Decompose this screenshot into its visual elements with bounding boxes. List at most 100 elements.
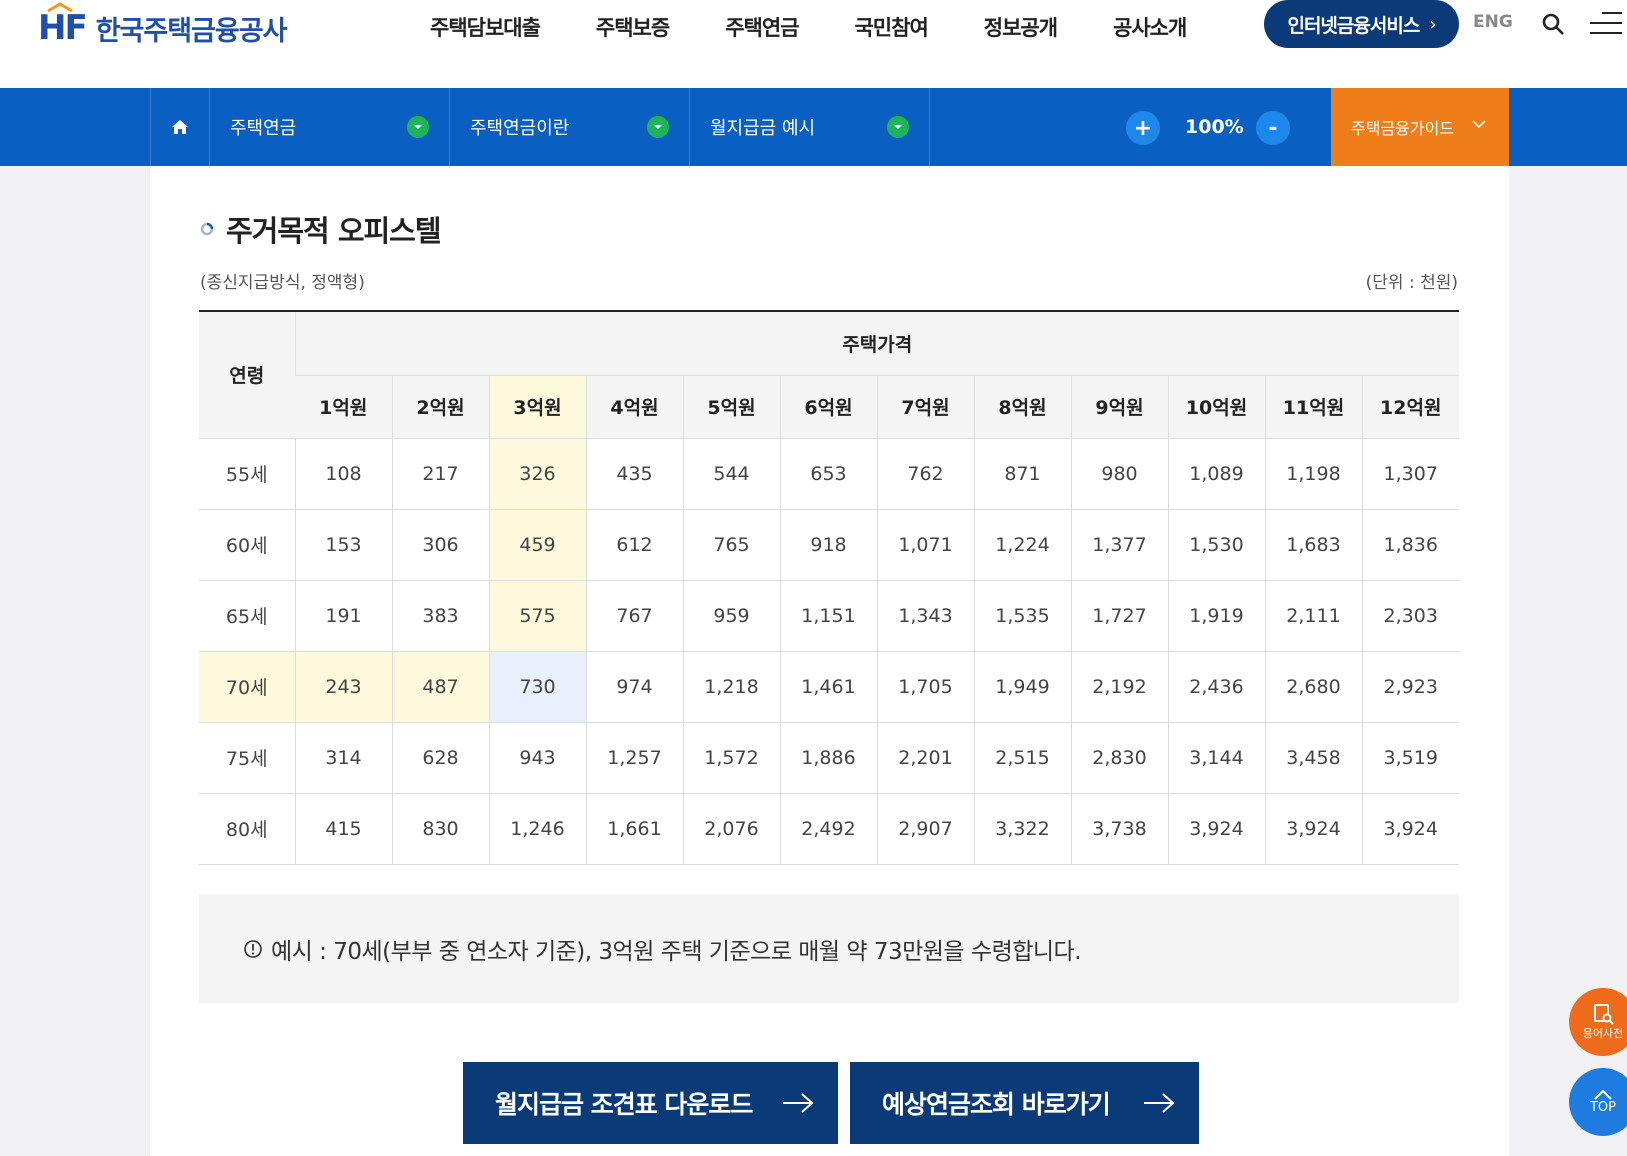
payment-cell: 1,661 [585, 793, 683, 865]
payment-cell: 2,680 [1264, 651, 1362, 723]
payment-cell: 314 [294, 722, 392, 794]
nav-item-participation[interactable]: 국민참여 [854, 12, 928, 44]
price-column-header: 1억원 [295, 375, 392, 439]
payment-cell: 3,924 [1361, 793, 1459, 865]
housing-finance-guide-button[interactable]: 주택금융가이드 [1331, 88, 1509, 166]
main-nav: 주택담보대출 주택보증 주택연금 국민참여 정보공개 공사소개 [430, 12, 1242, 44]
payment-cell: 1,572 [682, 722, 780, 794]
site-header: HF 한국주택금융공사 주택담보대출 주택보증 주택연금 국민참여 정보공개 공… [0, 0, 1627, 88]
payment-cell: 3,738 [1070, 793, 1168, 865]
price-column-header: 11억원 [1264, 375, 1362, 439]
payment-cell: 918 [779, 509, 877, 581]
zoom-in-button[interactable]: + [1126, 111, 1160, 145]
payment-cell: 1,377 [1070, 509, 1168, 581]
table-row: 75세 314 628 943 1,257 1,572 1,886 2,201 2,515 2,8… [199, 722, 1459, 794]
payment-cell: 974 [585, 651, 683, 723]
payment-cell: 980 [1070, 438, 1168, 510]
age-cell: 70세 [199, 651, 295, 723]
price-column-header: 7억원 [876, 375, 974, 439]
age-cell: 75세 [199, 722, 295, 794]
site-logo[interactable]: HF 한국주택금융공사 [38, 2, 287, 48]
payment-cell: 762 [876, 438, 974, 510]
payment-cell: 1,530 [1167, 509, 1265, 581]
payment-cell: 612 [585, 509, 683, 581]
breadcrumb-item-pension-intro[interactable]: 주택연금이란 [450, 88, 690, 166]
lang-eng-link[interactable]: ENG [1473, 12, 1513, 32]
payment-cell: 2,436 [1167, 651, 1265, 723]
age-header: 연령 [199, 311, 295, 439]
hamburger-menu-icon[interactable] [1590, 12, 1622, 36]
payment-cell: 628 [391, 722, 489, 794]
payment-cell: 326 [488, 438, 586, 510]
zoom-out-button[interactable]: - [1256, 111, 1290, 145]
payment-cell: 1,683 [1264, 509, 1362, 581]
dropdown-icon [887, 116, 909, 138]
payment-cell: 487 [391, 651, 489, 723]
payment-cell: 3,144 [1167, 722, 1265, 794]
logo-roof-icon [47, 2, 73, 12]
chevron-down-icon [1472, 120, 1486, 129]
payment-cell: 1,949 [973, 651, 1071, 723]
payment-cell: 1,257 [585, 722, 683, 794]
search-icon[interactable] [1541, 12, 1565, 36]
table-row: 70세 243 487 730 974 1,218 1,461 1,705 1,949 2,192… [199, 651, 1459, 723]
zoom-level: 100% [1185, 116, 1244, 138]
info-icon [244, 939, 262, 958]
dropdown-icon [647, 116, 669, 138]
nav-item-disclosure[interactable]: 정보공개 [984, 12, 1058, 44]
payment-cell: 306 [391, 509, 489, 581]
house-price-header: 주택가격 [294, 311, 1459, 376]
internet-service-button[interactable]: 인터넷금융서비스 › [1264, 0, 1459, 48]
payment-cell: 1,461 [779, 651, 877, 723]
payment-cell: 2,076 [682, 793, 780, 865]
price-column-header: 6억원 [779, 375, 877, 439]
breadcrumb-item-pension[interactable]: 주택연금 [210, 88, 450, 166]
payment-cell: 544 [682, 438, 780, 510]
download-table-button[interactable]: 월지급금 조견표 다운로드 [463, 1062, 838, 1144]
payment-cell: 1,886 [779, 722, 877, 794]
payment-cell: 959 [682, 580, 780, 652]
payment-cell: 2,192 [1070, 651, 1168, 723]
payment-cell: 435 [585, 438, 683, 510]
age-cell: 60세 [199, 509, 295, 581]
payment-cell: 459 [488, 509, 586, 581]
payment-cell: 1,089 [1167, 438, 1265, 510]
payment-cell: 767 [585, 580, 683, 652]
payment-cell: 830 [391, 793, 489, 865]
payment-cell: 3,924 [1167, 793, 1265, 865]
arrow-right-icon [1144, 1093, 1175, 1113]
monthly-payment-table: 연령 주택가격 1억원 2억원 3억원 4억원 5억원 6억원 7억원 8억원 9억원 10억원 1… [199, 310, 1459, 865]
nav-item-mortgage[interactable]: 주택담보대출 [430, 12, 541, 44]
home-button[interactable] [150, 88, 210, 166]
payment-cell: 943 [488, 722, 586, 794]
payment-cell: 1,224 [973, 509, 1071, 581]
payment-cell: 1,535 [973, 580, 1071, 652]
payment-cell: 1,343 [876, 580, 974, 652]
scroll-top-button[interactable]: TOP [1569, 1068, 1627, 1136]
title-bullet-icon [200, 222, 214, 236]
payment-cell: 1,071 [876, 509, 974, 581]
nav-item-guarantee[interactable]: 주택보증 [596, 12, 670, 44]
payment-cell: 1,919 [1167, 580, 1265, 652]
breadcrumb-item-monthly-example[interactable]: 월지급금 예시 [690, 88, 930, 166]
dropdown-icon [407, 116, 429, 138]
price-column-header: 2억원 [391, 375, 489, 439]
home-icon [172, 120, 188, 134]
dictionary-button[interactable]: 용어사전 [1569, 988, 1627, 1056]
pension-inquiry-button[interactable]: 예상연금조회 바로가기 [850, 1062, 1199, 1144]
nav-item-about[interactable]: 공사소개 [1113, 12, 1187, 44]
payment-method-note: (종신지급방식, 정액형) [200, 273, 365, 293]
payment-cell: 3,519 [1361, 722, 1459, 794]
table-row: 60세 153 306 459 612 765 918 1,071 1,224 1,377 1,53… [199, 509, 1459, 581]
price-column-header: 10억원 [1167, 375, 1265, 439]
payment-cell: 1,151 [779, 580, 877, 652]
price-column-header: 12억원 [1361, 375, 1459, 439]
arrow-right-icon [783, 1093, 814, 1113]
payment-cell: 653 [779, 438, 877, 510]
table-row: 65세 191 383 575 767 959 1,151 1,343 1,535 1,727 1,… [199, 580, 1459, 652]
nav-item-pension[interactable]: 주택연금 [725, 12, 799, 44]
price-column-header: 9억원 [1070, 375, 1168, 439]
payment-cell: 415 [294, 793, 392, 865]
price-column-header: 8억원 [973, 375, 1071, 439]
payment-cell: 1,727 [1070, 580, 1168, 652]
